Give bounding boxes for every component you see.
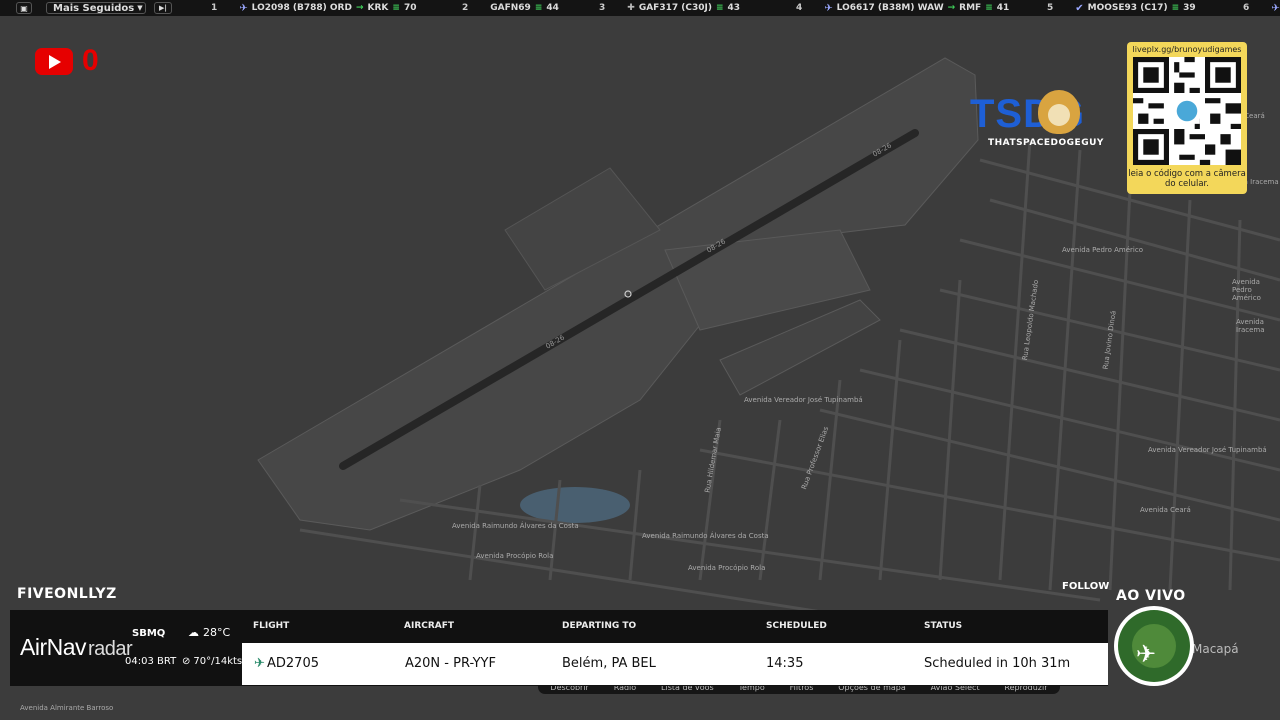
- header-departing: DEPARTING TO: [562, 621, 637, 631]
- rank: 3: [599, 3, 606, 13]
- flight-label: MOOSE93 (C17): [1087, 3, 1168, 13]
- wind-icon: ⊘: [182, 656, 191, 667]
- wind-value: 70°/14kts: [193, 656, 243, 667]
- airnav-logo: AirNav radar: [20, 634, 133, 661]
- arrow-right-icon: →: [947, 3, 956, 13]
- rank: 2: [462, 3, 469, 13]
- youtube-count: 0: [82, 44, 99, 77]
- flight-label: GAF317 (C30J): [638, 3, 712, 13]
- most-tracked-label: Mais Seguidos: [53, 2, 135, 14]
- followers-count: 44: [546, 3, 559, 13]
- followers-icon: ≡: [1171, 3, 1180, 13]
- street-label: Avenida Ceará: [1140, 506, 1191, 514]
- follow-label: FOLLOW: [1062, 581, 1110, 592]
- qr-code-panel: liveplx.gg/brunoyudigames leia o código …: [1127, 42, 1247, 194]
- most-tracked-select[interactable]: Mais Seguidos ▼: [46, 2, 146, 14]
- tracked-flight-4[interactable]: 4 ✈ LO6617 (B38M) WAW → RMF ≡ 41: [796, 0, 1009, 16]
- cloud-icon: ☁: [188, 626, 199, 639]
- rank: 1: [211, 3, 218, 13]
- layers-icon: ▣: [20, 3, 28, 13]
- airline-logo-icon: ✈: [254, 656, 265, 671]
- followers-icon: ≡: [534, 3, 543, 13]
- temperature-value: 28°C: [203, 626, 231, 639]
- channel-logo: TSDG THATSPACEDOGEGUY: [968, 88, 1128, 150]
- airline-icon: ✈: [239, 2, 248, 14]
- temperature: ☁ 28°C: [188, 626, 230, 639]
- arrow-right-icon: →: [355, 3, 364, 13]
- chevron-down-icon: ▼: [137, 4, 143, 12]
- street-label: Avenida Raimundo Álvares da Costa: [642, 532, 769, 540]
- flight-dest: RMF: [959, 3, 982, 13]
- live-label: AO VIVO: [1116, 588, 1186, 604]
- tracked-flight-1[interactable]: 1 ✈ LO2098 (B788) ORD → KRK ≡ 70: [211, 0, 416, 16]
- header-scheduled: SCHEDULED: [766, 621, 827, 631]
- airnav-logo-main: AirNav: [20, 634, 87, 660]
- street-label: Avenida Vereador José Tupinambá: [1148, 446, 1267, 454]
- flight-info-panel: AirNav radar SBMQ 04:03 BRT ☁ 28°C ⊘ 70°/…: [10, 610, 1108, 686]
- flight-dest: KRK: [367, 3, 389, 13]
- tracked-flight-6[interactable]: 6 ✈: [1243, 0, 1280, 16]
- qr-code-icon: [1133, 57, 1241, 165]
- layers-button[interactable]: ▣: [16, 2, 32, 14]
- followers-count: 43: [727, 3, 741, 13]
- street-label: Avenida Iracema: [1236, 318, 1265, 334]
- followers-count: 70: [403, 3, 417, 13]
- header-aircraft: AIRCRAFT: [404, 621, 455, 631]
- flight-label: GAFN69: [490, 3, 531, 13]
- street-label: Avenida Pedro Américo: [1062, 246, 1143, 254]
- flight-label: LO6617 (B38M) WAW: [836, 3, 944, 13]
- qr-url: liveplx.gg/brunoyudigames: [1132, 45, 1242, 54]
- doge-icon: [1038, 90, 1080, 134]
- airline-icon: ✈: [824, 2, 833, 14]
- military-icon: ✚: [627, 3, 635, 13]
- followers-icon: ≡: [392, 3, 400, 13]
- street-label: Avenida Vereador José Tupinambá: [744, 396, 863, 404]
- rank: 5: [1047, 3, 1054, 13]
- youtube-icon: [35, 47, 73, 75]
- street-label: Avenida Procópio Rola: [688, 564, 766, 572]
- street-label: Avenida Raimundo Álvares da Costa: [452, 522, 579, 530]
- followers-count: 41: [996, 3, 1010, 13]
- flight-number: AD2705: [267, 656, 319, 671]
- city-label: Macapá: [1192, 642, 1239, 656]
- channel-badge: ✈: [1114, 606, 1194, 686]
- street-label: Avenida Procópio Rola: [476, 552, 554, 560]
- wind: ⊘ 70°/14kts: [182, 656, 242, 667]
- street-label: Avenida Pedro Américo: [1232, 278, 1261, 302]
- airline-icon: ✈: [1271, 2, 1280, 14]
- header-status: STATUS: [924, 621, 963, 631]
- tracked-flight-2[interactable]: 2 GAFN69 ≡ 44: [462, 0, 559, 16]
- street-label: Avenida Almirante Barroso: [20, 704, 114, 712]
- rank: 4: [796, 3, 803, 13]
- followers-icon: ≡: [715, 3, 724, 13]
- followers-count: 39: [1183, 3, 1196, 13]
- youtube-counter: 0: [35, 44, 99, 78]
- username-label: FIVEONLLYZ: [17, 586, 117, 602]
- rank: 6: [1243, 3, 1250, 13]
- followers-icon: ≡: [985, 3, 993, 13]
- local-time: 04:03 BRT: [125, 656, 177, 667]
- tracked-flight-3[interactable]: 3 ✚ GAF317 (C30J) ≡ 43: [599, 0, 740, 16]
- station-code: SBMQ: [132, 628, 166, 639]
- channel-logo-subtitle: THATSPACEDOGEGUY: [988, 138, 1104, 148]
- aircraft-type: A20N - PR-YYF: [405, 656, 496, 671]
- skip-button[interactable]: ▶|: [154, 2, 172, 14]
- qr-instructions: leia o código com a câmera do celular.: [1128, 169, 1246, 189]
- header-flight: FLIGHT: [253, 621, 290, 631]
- flight-status: Scheduled in 10h 31m: [924, 656, 1071, 671]
- military-icon: ✔: [1075, 2, 1084, 14]
- top-bar: ▣ Mais Seguidos ▼ ▶| 1 ✈ LO2098 (B788) O…: [0, 0, 1280, 16]
- scheduled-time: 14:35: [766, 656, 804, 671]
- destination: Belém, PA BEL: [562, 656, 656, 671]
- flight-label: LO2098 (B788) ORD: [251, 3, 352, 13]
- tracked-flight-5[interactable]: 5 ✔ MOOSE93 (C17) ≡ 39: [1047, 0, 1196, 16]
- flight-row[interactable]: ✈ AD2705 A20N - PR-YYF Belém, PA BEL 14:…: [242, 643, 1108, 685]
- skip-icon: ▶|: [159, 4, 167, 12]
- airplane-icon: ✈: [1136, 640, 1157, 668]
